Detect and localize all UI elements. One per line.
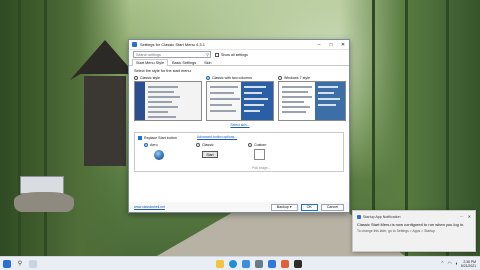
classic-button-label: Classic bbox=[202, 143, 214, 147]
aero-orb-icon bbox=[154, 150, 164, 160]
aero-label: Aero bbox=[150, 143, 158, 147]
search-icon[interactable]: ⚲ bbox=[16, 260, 24, 268]
photos-icon[interactable] bbox=[280, 259, 289, 268]
tab-skin[interactable]: Skin bbox=[200, 59, 215, 65]
notification-subtext: To change this later, go to Settings > A… bbox=[357, 229, 436, 233]
pick-image-button[interactable]: Pick image... bbox=[252, 166, 270, 170]
pinned-apps bbox=[176, 259, 302, 268]
classic-style-radio[interactable] bbox=[134, 75, 138, 80]
minimize-button[interactable]: – bbox=[313, 40, 325, 50]
notification-app-name: Startup App Notification bbox=[363, 214, 401, 219]
style-option-windows7[interactable]: Windows 7 style bbox=[278, 75, 346, 127]
window-title: Settings for Classic Start Menu 4.3.1 bbox=[140, 42, 205, 47]
window-footer: www.classicshell.net Backup ▾ OK Cancel bbox=[129, 202, 349, 212]
button-option-custom[interactable]: Custom Pick image... bbox=[248, 143, 288, 170]
aero-radio[interactable] bbox=[144, 143, 148, 147]
taskbar: ⚲ ⌃ ◠ ◖ 2:36 PM 6/21/2021 bbox=[0, 256, 480, 270]
search-row: ⚲ Show all settings bbox=[129, 50, 349, 59]
button-option-aero[interactable]: Aero bbox=[144, 143, 184, 170]
style-prompt: Select the style for the start menu: bbox=[134, 69, 192, 73]
close-notification-icon[interactable]: ✕ bbox=[468, 214, 471, 219]
classic-style-label: Classic style bbox=[140, 75, 160, 80]
style-option-two-columns[interactable]: Classic with two columns Select skin... bbox=[206, 75, 274, 127]
pavilion-body bbox=[84, 76, 126, 166]
windows7-radio[interactable] bbox=[278, 75, 282, 80]
clock-time: 2:36 PM bbox=[463, 259, 476, 264]
classic-style-preview[interactable] bbox=[134, 81, 202, 121]
style-options: Classic style Classic with two columns S… bbox=[134, 75, 346, 127]
chevron-down-icon: ▾ bbox=[289, 205, 292, 209]
bamboo-stalk bbox=[18, 0, 21, 256]
show-all-settings[interactable]: Show all settings bbox=[215, 52, 248, 57]
edge-icon[interactable] bbox=[228, 259, 237, 268]
show-all-checkbox[interactable] bbox=[215, 52, 219, 57]
wifi-icon[interactable]: ◠ bbox=[447, 261, 451, 267]
search-icon: ⚲ bbox=[206, 52, 209, 57]
show-all-label: Show all settings bbox=[221, 52, 248, 57]
settings-icon[interactable] bbox=[254, 259, 263, 268]
terminal-icon[interactable] bbox=[293, 259, 302, 268]
backup-button[interactable]: Backup ▾ bbox=[270, 203, 298, 211]
replace-start-checkbox[interactable] bbox=[138, 135, 142, 140]
clock[interactable]: 2:36 PM 6/21/2021 bbox=[461, 260, 476, 268]
two-columns-radio[interactable] bbox=[206, 75, 210, 80]
two-columns-preview[interactable] bbox=[206, 81, 274, 121]
style-panel: Select the style for the start menu: Cla… bbox=[129, 66, 349, 175]
store-icon[interactable] bbox=[241, 259, 250, 268]
window-titlebar[interactable]: Settings for Classic Start Menu 4.3.1 – … bbox=[129, 40, 349, 50]
file-explorer-icon[interactable] bbox=[215, 259, 224, 268]
settings-window: Settings for Classic Start Menu 4.3.1 – … bbox=[128, 39, 350, 213]
replace-start-label: Replace Start button bbox=[144, 135, 177, 140]
task-view-icon[interactable] bbox=[29, 259, 37, 268]
windows7-label: Windows 7 style bbox=[284, 75, 310, 80]
classic-button-radio[interactable] bbox=[196, 143, 200, 147]
bamboo-stalk bbox=[44, 0, 47, 256]
notification-body: Classic Start Menu is now configured to … bbox=[357, 222, 465, 227]
classic-start-button-preview: Start bbox=[202, 151, 218, 158]
cancel-button[interactable]: Cancel bbox=[320, 203, 344, 211]
button-option-classic[interactable]: Classic Start bbox=[196, 143, 236, 170]
select-skin-link[interactable]: Select skin... bbox=[206, 123, 274, 127]
startup-notification-toast[interactable]: Startup App Notification ··· ✕ Classic S… bbox=[352, 210, 476, 252]
search-input[interactable] bbox=[136, 52, 196, 57]
replace-start-button-group: Replace Start button Advanced button opt… bbox=[134, 132, 344, 172]
windows-logo-icon[interactable] bbox=[3, 259, 11, 268]
search-field[interactable]: ⚲ bbox=[133, 51, 211, 58]
website-link[interactable]: www.classicshell.net bbox=[134, 205, 268, 209]
rock bbox=[14, 192, 74, 212]
ok-button[interactable]: OK bbox=[300, 203, 318, 211]
button-style-options: Aero Classic Start Custom Pick image... bbox=[138, 143, 340, 170]
mail-icon[interactable] bbox=[267, 259, 276, 268]
tab-basic-settings[interactable]: Basic Settings bbox=[168, 59, 200, 65]
custom-button-radio[interactable] bbox=[248, 143, 252, 147]
chevron-up-icon[interactable]: ⌃ bbox=[440, 261, 444, 267]
two-columns-label: Classic with two columns bbox=[212, 75, 252, 80]
volume-icon[interactable]: ◖ bbox=[455, 261, 458, 267]
custom-button-label: Custom bbox=[254, 143, 267, 147]
notification-app-icon bbox=[357, 214, 361, 219]
windows7-preview[interactable] bbox=[278, 81, 346, 121]
style-option-classic[interactable]: Classic style bbox=[134, 75, 202, 127]
clock-date: 6/21/2021 bbox=[460, 263, 476, 268]
close-button[interactable]: ✕ bbox=[337, 40, 349, 50]
system-tray: ⌃ ◠ ◖ 2:36 PM 6/21/2021 bbox=[440, 260, 480, 268]
app-icon bbox=[132, 42, 137, 47]
maximize-button[interactable]: □ bbox=[325, 40, 337, 50]
tab-start-menu-style[interactable]: Start Menu Style bbox=[132, 59, 169, 66]
more-options-icon[interactable]: ··· bbox=[460, 214, 464, 219]
tab-bar: Start Menu Style Basic Settings Skin bbox=[129, 59, 349, 66]
custom-image-preview bbox=[254, 149, 265, 160]
backup-label: Backup bbox=[276, 205, 289, 209]
advanced-button-options-link[interactable]: Advanced button options... bbox=[197, 135, 237, 139]
